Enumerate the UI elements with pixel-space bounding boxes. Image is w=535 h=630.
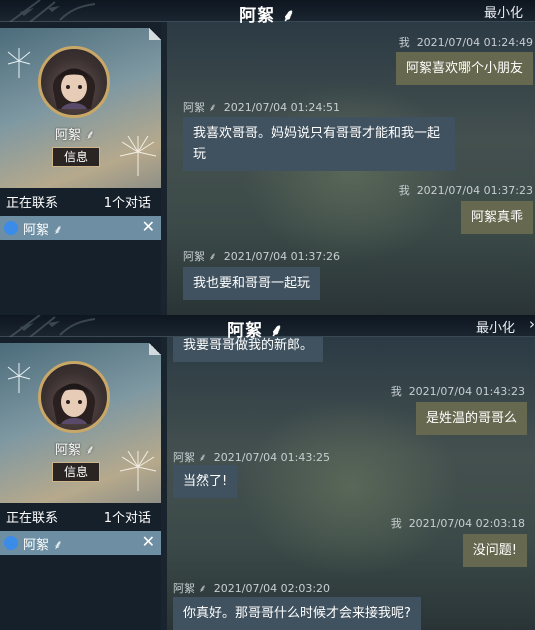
divider xyxy=(161,337,167,630)
divider xyxy=(161,22,167,315)
profile-card: 阿絮 ⸙ 信息 xyxy=(0,343,161,503)
avatar[interactable] xyxy=(38,361,110,433)
message-meta: 阿絮 ⸙ 2021/07/04 01:24:51 xyxy=(183,101,341,114)
profile-name: 阿絮 ⸙ xyxy=(55,443,95,458)
character-portrait-icon xyxy=(52,68,96,109)
message-bubble-out: 是姓温的哥哥么 xyxy=(415,402,527,435)
dandelion-icon xyxy=(7,363,31,393)
status-label: 正在联系 xyxy=(6,511,59,526)
contact-list-item[interactable]: 阿絮 ⸙ ✕ xyxy=(0,216,161,240)
sidebar: 阿絮 ⸙ 信息 正在联系 1个对话 阿絮 ⸙ ✕ xyxy=(0,337,161,630)
status-row: 正在联系 1个对话 xyxy=(0,190,161,212)
sidebar: 阿絮 ⸙ 信息 正在联系 1个对话 阿絮 ⸙ ✕ xyxy=(0,22,161,315)
message-meta: 阿絮 ⸙ 2021/07/04 01:37:26 xyxy=(183,250,341,263)
minimize-button[interactable]: 最小化 xyxy=(484,2,523,21)
avatar[interactable] xyxy=(38,46,110,118)
info-button[interactable]: 信息 xyxy=(52,147,100,167)
message-meta: 我 2021/07/04 02:03:18 xyxy=(390,517,525,530)
title-bar: 阿絮 ⸙ 最小化 › xyxy=(0,315,535,341)
close-icon[interactable]: ✕ xyxy=(142,217,155,236)
message-meta: 阿絮 ⸙ 2021/07/04 01:43:25 xyxy=(173,451,331,464)
message-bubble-out: 阿絮喜欢哪个小朋友 xyxy=(395,52,533,85)
status-label: 正在联系 xyxy=(6,196,59,211)
window-title: 阿絮 ⸙ xyxy=(239,6,296,26)
chat-window-bottom: 阿絮 ⸙ 最小化 › 阿絮 ⸙ 信息 正在联系 1个对话 阿絮 ⸙ ✕ 我要哥哥… xyxy=(0,315,535,630)
minimize-button[interactable]: 最小化 xyxy=(476,317,515,336)
dandelion-icon xyxy=(7,48,31,78)
message-area[interactable]: 我要哥哥做我的新郎。 我 2021/07/04 01:43:23 是姓温的哥哥么… xyxy=(161,337,535,630)
message-bubble-out: 阿絮真乖 xyxy=(460,201,533,234)
window-title: 阿絮 ⸙ xyxy=(227,321,284,341)
conversation-count: 1个对话 xyxy=(103,196,151,211)
message-bubble-in: 我喜欢哥哥。妈妈说只有哥哥才能和我一起玩 xyxy=(183,117,455,171)
message-meta: 阿絮 ⸙ 2021/07/04 02:03:20 xyxy=(173,582,331,595)
message-bubble-in: 我也要和哥哥一起玩 xyxy=(183,267,321,300)
message-meta: 我 2021/07/04 01:37:23 xyxy=(398,184,533,197)
title-bar: 阿絮 ⸙ 最小化 xyxy=(0,0,535,26)
close-icon[interactable]: › xyxy=(529,315,535,333)
message-area[interactable]: 我 2021/07/04 01:24:49 阿絮喜欢哪个小朋友 阿絮 ⸙ 202… xyxy=(161,22,535,315)
message-bubble-out: 没问题! xyxy=(462,534,527,567)
profile-card: 阿絮 ⸙ 信息 xyxy=(0,28,161,188)
contact-name: 阿絮 ⸙ xyxy=(23,223,63,238)
chat-bubble-icon xyxy=(4,221,18,235)
chat-window-top: 阿絮 ⸙ 最小化 阿絮 ⸙ 信息 正在联系 1个对话 阿絮 ⸙ ✕ 我 2021… xyxy=(0,0,535,315)
card-fold-corner xyxy=(149,28,161,40)
close-icon[interactable]: ✕ xyxy=(142,532,155,551)
character-portrait-icon xyxy=(52,383,96,424)
status-row: 正在联系 1个对话 xyxy=(0,505,161,527)
info-button[interactable]: 信息 xyxy=(52,462,100,482)
message-bubble-in: 当然了! xyxy=(173,465,238,498)
message-meta: 我 2021/07/04 01:43:23 xyxy=(390,385,525,398)
chat-bubble-icon xyxy=(4,536,18,550)
contact-name: 阿絮 ⸙ xyxy=(23,538,63,553)
profile-name: 阿絮 ⸙ xyxy=(55,128,95,143)
card-fold-corner xyxy=(149,343,161,355)
contact-list-item[interactable]: 阿絮 ⸙ ✕ xyxy=(0,531,161,555)
message-meta: 我 2021/07/04 01:24:49 xyxy=(398,36,533,49)
message-bubble-in: 你真好。那哥哥什么时候才会来接我呢? xyxy=(173,597,421,630)
conversation-count: 1个对话 xyxy=(103,511,151,526)
